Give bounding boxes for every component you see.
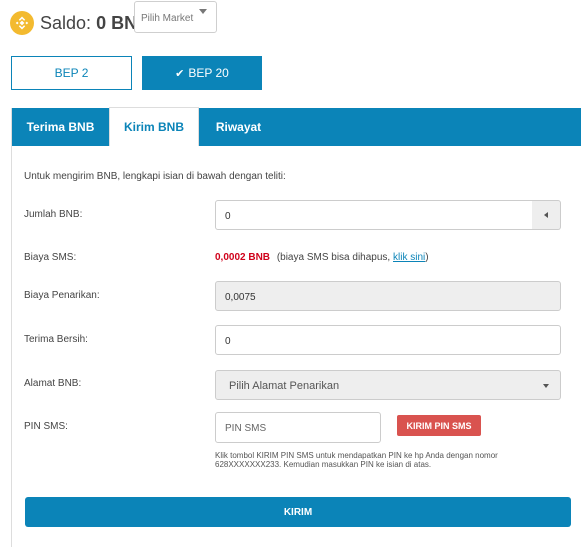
pin-input[interactable]: PIN SMS <box>215 412 381 443</box>
form-intro: Untuk mengirim BNB, lengkapi isian di ba… <box>24 171 286 182</box>
bep2-label: BEP 2 <box>54 66 89 80</box>
amount-value: 0 <box>225 211 231 222</box>
withdrawal-fee-value: 0,0075 <box>225 292 256 303</box>
amount-addon-button[interactable] <box>532 200 561 230</box>
market-select[interactable]: Pilih Market <box>134 1 217 33</box>
pin-help-text: Klik tombol KIRIM PIN SMS untuk mendapat… <box>215 451 498 469</box>
tab-terima[interactable]: Terima BNB <box>12 108 109 146</box>
send-pin-button[interactable]: KIRIM PIN SMS <box>397 415 481 436</box>
sms-fee-note-end: ) <box>425 252 429 263</box>
address-select-value: Pilih Alamat Penarikan <box>229 380 340 392</box>
address-select[interactable]: Pilih Alamat Penarikan <box>215 370 561 400</box>
check-icon: ✔ <box>175 67 185 80</box>
tab-riwayat[interactable]: Riwayat <box>201 108 276 146</box>
remove-sms-fee-link[interactable]: klik sini <box>393 252 425 263</box>
biaya-penarikan-label: Biaya Penarikan: <box>24 290 100 301</box>
jumlah-label: Jumlah BNB: <box>24 209 83 220</box>
pin-label: PIN SMS: <box>24 421 68 432</box>
bep2-button[interactable]: BEP 2 <box>11 56 132 90</box>
sms-fee: 0,0002 BNB (biaya SMS bisa dihapus, klik… <box>215 252 429 263</box>
balance-header: Saldo: 0 BNB <box>10 6 150 40</box>
submit-button[interactable]: KIRIM <box>25 497 571 527</box>
bep20-label: BEP 20 <box>188 66 229 80</box>
send-pin-label: KIRIM PIN SMS <box>406 420 472 431</box>
tab-bar: Terima BNB Kirim BNB Riwayat <box>12 107 581 146</box>
net-receive-field[interactable]: 0 <box>215 325 561 355</box>
sms-fee-note: (biaya SMS bisa dihapus, <box>276 252 391 263</box>
sms-fee-value: 0,0002 BNB <box>215 252 271 263</box>
withdrawal-fee-field: 0,0075 <box>215 281 561 311</box>
alamat-label: Alamat BNB: <box>24 378 82 389</box>
market-select-value: Pilih Market <box>141 13 194 24</box>
bep20-button[interactable]: ✔ BEP 20 <box>142 56 262 90</box>
amount-input[interactable]: 0 <box>215 200 533 230</box>
tab-kirim[interactable]: Kirim BNB <box>109 107 199 146</box>
transfer-panel: Terima BNB Kirim BNB Riwayat Untuk mengi… <box>11 107 581 547</box>
pin-placeholder: PIN SMS <box>225 423 267 434</box>
net-receive-value: 0 <box>225 336 231 347</box>
biaya-sms-label: Biaya SMS: <box>24 252 77 263</box>
caret-left-icon <box>544 212 548 218</box>
submit-label: KIRIM <box>283 506 313 518</box>
terima-bersih-label: Terima Bersih: <box>24 334 88 345</box>
caret-down-icon <box>543 384 549 388</box>
bnb-logo-icon <box>10 11 34 35</box>
caret-down-icon <box>199 9 207 14</box>
